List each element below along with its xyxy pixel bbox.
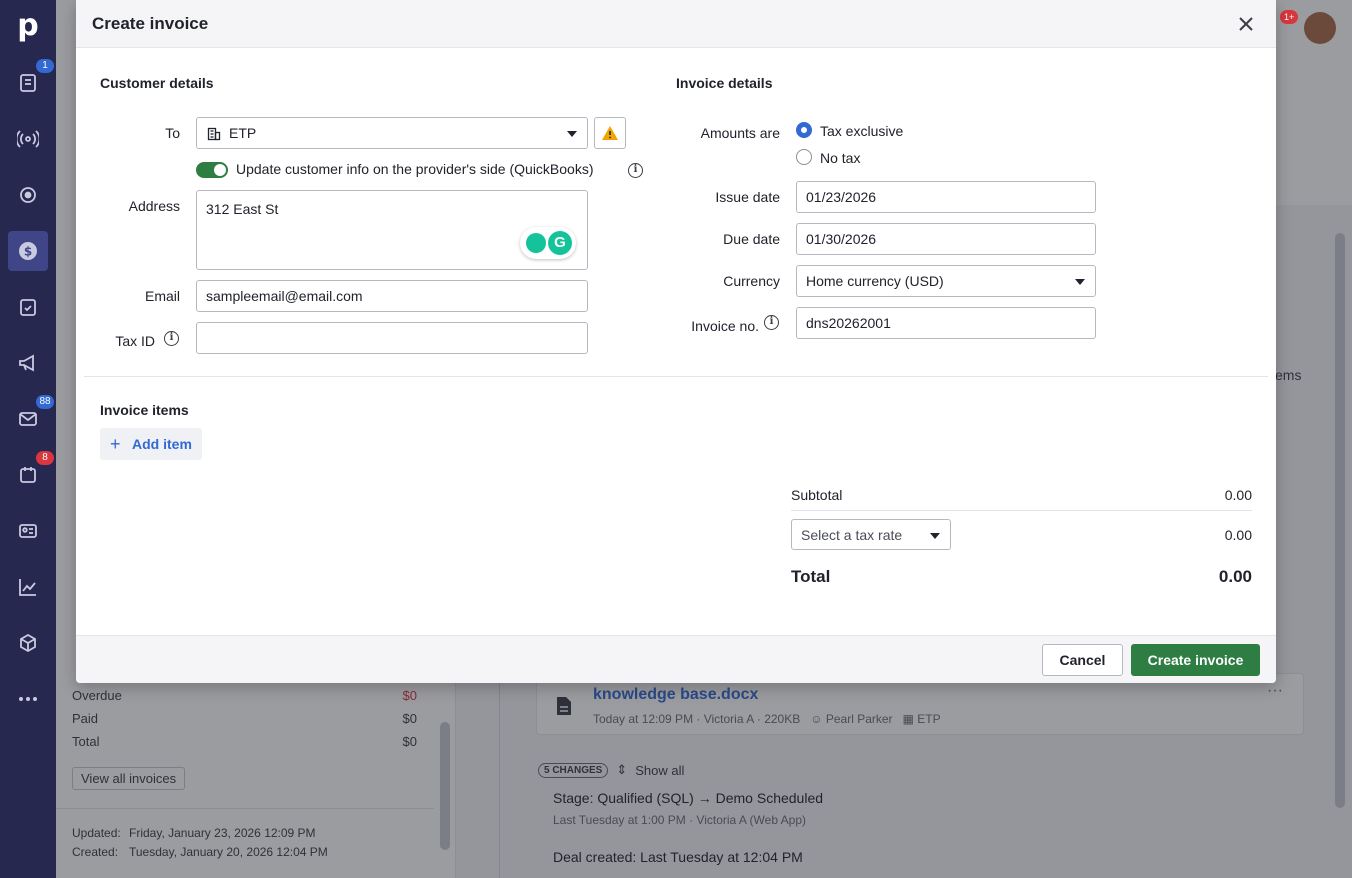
leads-icon [20,74,36,92]
calendar-icon [20,467,36,483]
email-label: Email [144,288,180,304]
amounts-label: Amounts are [700,125,780,141]
address-label: Address [128,198,180,214]
divider [84,376,1268,377]
nav-products[interactable] [8,623,48,663]
issue-date-field[interactable] [796,181,1096,213]
nav-activities[interactable] [8,287,48,327]
tax-id-label: Tax ID [115,333,155,349]
mail-icon [19,412,37,426]
megaphone-icon [19,354,34,372]
grammarly-widget[interactable]: G [520,227,576,259]
currency-select[interactable]: Home currency (USD) [796,265,1096,297]
total-value: 0.00 [1218,567,1252,586]
customer-select[interactable]: ETP [196,117,588,149]
dollar-icon: $ [19,242,37,260]
grammarly-icon: G [548,231,572,255]
contact-card-icon [19,524,37,538]
total-label: Total [791,567,831,586]
issue-date-label: Issue date [715,189,780,205]
tax-exclusive-radio[interactable] [796,122,812,138]
nav-mail[interactable]: 88 [8,395,54,439]
grammarly-suggest-icon [526,233,546,253]
nav-badge: 8 [36,451,54,465]
divider [791,510,1252,511]
modal-title: Create invoice [92,14,209,33]
cancel-button[interactable]: Cancel [1042,644,1123,676]
create-invoice-modal: Create invoice Customer details To ETP U… [76,0,1276,683]
notification-badge: 1+ [1280,10,1299,24]
modal-header: Create invoice [76,0,1276,48]
nav-insights[interactable] [8,567,48,607]
tax-exclusive-label[interactable]: Tax exclusive [820,123,903,139]
nav-contacts[interactable] [8,511,48,551]
nav-campaigns[interactable] [8,343,48,383]
nav-more[interactable] [8,679,48,719]
currency-label: Currency [723,273,780,289]
customer-details-title: Customer details [100,75,214,91]
subtotal-label: Subtotal [791,487,843,503]
invoice-items-title: Invoice items [100,402,189,418]
info-icon[interactable]: i [764,315,779,330]
main-nav: p 1 $ 88 8 [0,0,56,878]
avatar[interactable] [1304,12,1336,44]
update-customer-toggle[interactable] [196,162,228,178]
nav-badge: 1 [36,59,54,73]
nav-target[interactable] [8,175,48,215]
tax-id-field[interactable] [196,322,588,354]
warning-icon [602,126,618,140]
tax-value: 0.00 [1224,527,1252,543]
box-icon [20,633,36,653]
info-icon[interactable]: i [628,163,643,178]
plus-icon: + [110,434,121,454]
target-icon [20,187,36,203]
nav-calendar[interactable]: 8 [8,451,54,495]
no-tax-label[interactable]: No tax [820,150,860,166]
nav-signal[interactable] [8,119,48,159]
warning-button[interactable] [594,117,626,149]
invoice-number-field[interactable] [796,307,1096,339]
tax-rate-select[interactable]: Select a tax rate [791,519,951,550]
add-item-button[interactable]: + Add item [100,428,202,460]
due-date-field[interactable] [796,223,1096,255]
more-icon [19,697,37,701]
pipedrive-logo[interactable]: p [14,10,42,42]
create-invoice-button[interactable]: Create invoice [1131,644,1260,676]
clipboard-check-icon [20,299,36,316]
invoice-details-title: Invoice details [676,75,773,91]
modal-footer: Cancel Create invoice [76,635,1276,683]
due-date-label: Due date [723,231,780,247]
email-field[interactable] [196,280,588,312]
nav-deals[interactable]: $ [8,231,48,271]
nav-badge: 88 [36,395,54,409]
info-icon[interactable]: i [164,331,179,346]
building-icon [207,127,221,141]
to-label: To [165,125,180,141]
no-tax-radio[interactable] [796,149,812,165]
invoice-number-label: Invoice no. [691,318,759,334]
toggle-label: Update customer info on the provider's s… [236,161,594,177]
signal-icon [17,130,39,148]
svg-text:$: $ [24,245,32,259]
subtotal-value: 0.00 [1224,487,1252,503]
close-icon[interactable] [1236,14,1256,34]
nav-leads[interactable]: 1 [8,59,54,103]
chart-icon [19,579,36,596]
